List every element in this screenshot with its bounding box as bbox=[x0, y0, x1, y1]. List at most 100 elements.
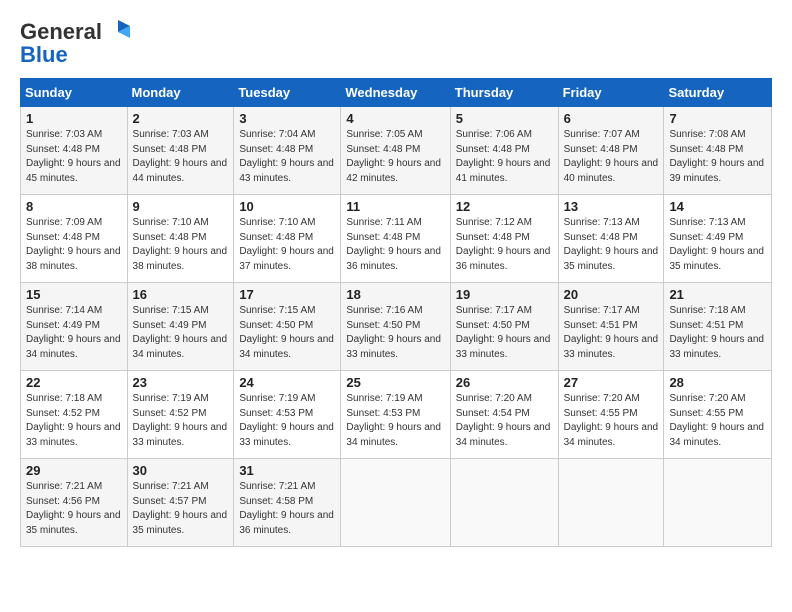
day-number: 3 bbox=[239, 111, 335, 126]
day-info: Sunrise: 7:19 AMSunset: 4:52 PMDaylight:… bbox=[133, 393, 228, 448]
day-number: 30 bbox=[133, 463, 229, 478]
calendar-header-row: SundayMondayTuesdayWednesdayThursdayFrid… bbox=[21, 79, 772, 107]
day-number: 10 bbox=[239, 199, 335, 214]
calendar-cell: 6 Sunrise: 7:07 AMSunset: 4:48 PMDayligh… bbox=[558, 107, 664, 195]
day-info: Sunrise: 7:15 AMSunset: 4:50 PMDaylight:… bbox=[239, 305, 334, 360]
day-number: 1 bbox=[26, 111, 122, 126]
header: General Blue bbox=[20, 18, 772, 68]
calendar-cell: 11 Sunrise: 7:11 AMSunset: 4:48 PMDaylig… bbox=[341, 195, 450, 283]
day-info: Sunrise: 7:21 AMSunset: 4:58 PMDaylight:… bbox=[239, 481, 334, 536]
calendar-cell: 26 Sunrise: 7:20 AMSunset: 4:54 PMDaylig… bbox=[450, 371, 558, 459]
day-info: Sunrise: 7:20 AMSunset: 4:54 PMDaylight:… bbox=[456, 393, 551, 448]
day-info: Sunrise: 7:17 AMSunset: 4:51 PMDaylight:… bbox=[564, 305, 659, 360]
calendar-cell: 13 Sunrise: 7:13 AMSunset: 4:48 PMDaylig… bbox=[558, 195, 664, 283]
day-info: Sunrise: 7:16 AMSunset: 4:50 PMDaylight:… bbox=[346, 305, 441, 360]
calendar-header-monday: Monday bbox=[127, 79, 234, 107]
calendar-cell: 9 Sunrise: 7:10 AMSunset: 4:48 PMDayligh… bbox=[127, 195, 234, 283]
calendar-cell: 23 Sunrise: 7:19 AMSunset: 4:52 PMDaylig… bbox=[127, 371, 234, 459]
calendar-cell: 17 Sunrise: 7:15 AMSunset: 4:50 PMDaylig… bbox=[234, 283, 341, 371]
day-number: 13 bbox=[564, 199, 659, 214]
calendar-header-thursday: Thursday bbox=[450, 79, 558, 107]
day-info: Sunrise: 7:20 AMSunset: 4:55 PMDaylight:… bbox=[669, 393, 764, 448]
day-number: 18 bbox=[346, 287, 444, 302]
day-info: Sunrise: 7:17 AMSunset: 4:50 PMDaylight:… bbox=[456, 305, 551, 360]
day-number: 27 bbox=[564, 375, 659, 390]
calendar-cell: 29 Sunrise: 7:21 AMSunset: 4:56 PMDaylig… bbox=[21, 459, 128, 547]
day-info: Sunrise: 7:14 AMSunset: 4:49 PMDaylight:… bbox=[26, 305, 121, 360]
calendar-cell: 8 Sunrise: 7:09 AMSunset: 4:48 PMDayligh… bbox=[21, 195, 128, 283]
day-number: 7 bbox=[669, 111, 766, 126]
day-info: Sunrise: 7:12 AMSunset: 4:48 PMDaylight:… bbox=[456, 217, 551, 272]
calendar-cell bbox=[341, 459, 450, 547]
calendar-cell: 7 Sunrise: 7:08 AMSunset: 4:48 PMDayligh… bbox=[664, 107, 772, 195]
calendar-cell: 3 Sunrise: 7:04 AMSunset: 4:48 PMDayligh… bbox=[234, 107, 341, 195]
calendar-week-row-4: 22 Sunrise: 7:18 AMSunset: 4:52 PMDaylig… bbox=[21, 371, 772, 459]
calendar-cell: 2 Sunrise: 7:03 AMSunset: 4:48 PMDayligh… bbox=[127, 107, 234, 195]
calendar-cell bbox=[664, 459, 772, 547]
day-info: Sunrise: 7:10 AMSunset: 4:48 PMDaylight:… bbox=[239, 217, 334, 272]
day-number: 11 bbox=[346, 199, 444, 214]
calendar-cell: 25 Sunrise: 7:19 AMSunset: 4:53 PMDaylig… bbox=[341, 371, 450, 459]
day-number: 29 bbox=[26, 463, 122, 478]
calendar-cell: 12 Sunrise: 7:12 AMSunset: 4:48 PMDaylig… bbox=[450, 195, 558, 283]
calendar-header-saturday: Saturday bbox=[664, 79, 772, 107]
calendar-cell: 1 Sunrise: 7:03 AMSunset: 4:48 PMDayligh… bbox=[21, 107, 128, 195]
day-number: 5 bbox=[456, 111, 553, 126]
calendar-header-friday: Friday bbox=[558, 79, 664, 107]
calendar-cell: 20 Sunrise: 7:17 AMSunset: 4:51 PMDaylig… bbox=[558, 283, 664, 371]
day-number: 19 bbox=[456, 287, 553, 302]
calendar-cell bbox=[450, 459, 558, 547]
calendar-week-row-3: 15 Sunrise: 7:14 AMSunset: 4:49 PMDaylig… bbox=[21, 283, 772, 371]
calendar-cell: 4 Sunrise: 7:05 AMSunset: 4:48 PMDayligh… bbox=[341, 107, 450, 195]
day-number: 23 bbox=[133, 375, 229, 390]
calendar-cell: 22 Sunrise: 7:18 AMSunset: 4:52 PMDaylig… bbox=[21, 371, 128, 459]
day-number: 25 bbox=[346, 375, 444, 390]
day-number: 15 bbox=[26, 287, 122, 302]
calendar-week-row-5: 29 Sunrise: 7:21 AMSunset: 4:56 PMDaylig… bbox=[21, 459, 772, 547]
calendar-week-row-2: 8 Sunrise: 7:09 AMSunset: 4:48 PMDayligh… bbox=[21, 195, 772, 283]
day-info: Sunrise: 7:18 AMSunset: 4:52 PMDaylight:… bbox=[26, 393, 121, 448]
day-info: Sunrise: 7:06 AMSunset: 4:48 PMDaylight:… bbox=[456, 129, 551, 184]
day-info: Sunrise: 7:08 AMSunset: 4:48 PMDaylight:… bbox=[669, 129, 764, 184]
day-info: Sunrise: 7:18 AMSunset: 4:51 PMDaylight:… bbox=[669, 305, 764, 360]
calendar: SundayMondayTuesdayWednesdayThursdayFrid… bbox=[20, 78, 772, 547]
day-info: Sunrise: 7:21 AMSunset: 4:57 PMDaylight:… bbox=[133, 481, 228, 536]
day-number: 28 bbox=[669, 375, 766, 390]
day-number: 20 bbox=[564, 287, 659, 302]
day-info: Sunrise: 7:19 AMSunset: 4:53 PMDaylight:… bbox=[346, 393, 441, 448]
calendar-cell: 5 Sunrise: 7:06 AMSunset: 4:48 PMDayligh… bbox=[450, 107, 558, 195]
calendar-cell: 16 Sunrise: 7:15 AMSunset: 4:49 PMDaylig… bbox=[127, 283, 234, 371]
calendar-cell bbox=[558, 459, 664, 547]
calendar-cell: 21 Sunrise: 7:18 AMSunset: 4:51 PMDaylig… bbox=[664, 283, 772, 371]
logo-flag-icon bbox=[104, 18, 132, 46]
day-number: 31 bbox=[239, 463, 335, 478]
day-number: 4 bbox=[346, 111, 444, 126]
day-info: Sunrise: 7:15 AMSunset: 4:49 PMDaylight:… bbox=[133, 305, 228, 360]
calendar-cell: 24 Sunrise: 7:19 AMSunset: 4:53 PMDaylig… bbox=[234, 371, 341, 459]
day-number: 16 bbox=[133, 287, 229, 302]
day-info: Sunrise: 7:11 AMSunset: 4:48 PMDaylight:… bbox=[346, 217, 441, 272]
calendar-cell: 19 Sunrise: 7:17 AMSunset: 4:50 PMDaylig… bbox=[450, 283, 558, 371]
day-number: 14 bbox=[669, 199, 766, 214]
calendar-header-wednesday: Wednesday bbox=[341, 79, 450, 107]
day-number: 21 bbox=[669, 287, 766, 302]
calendar-cell: 30 Sunrise: 7:21 AMSunset: 4:57 PMDaylig… bbox=[127, 459, 234, 547]
calendar-cell: 28 Sunrise: 7:20 AMSunset: 4:55 PMDaylig… bbox=[664, 371, 772, 459]
calendar-header-tuesday: Tuesday bbox=[234, 79, 341, 107]
day-number: 8 bbox=[26, 199, 122, 214]
logo: General Blue bbox=[20, 18, 132, 68]
day-number: 12 bbox=[456, 199, 553, 214]
calendar-cell: 15 Sunrise: 7:14 AMSunset: 4:49 PMDaylig… bbox=[21, 283, 128, 371]
day-number: 26 bbox=[456, 375, 553, 390]
day-number: 6 bbox=[564, 111, 659, 126]
day-number: 9 bbox=[133, 199, 229, 214]
calendar-cell: 18 Sunrise: 7:16 AMSunset: 4:50 PMDaylig… bbox=[341, 283, 450, 371]
day-info: Sunrise: 7:04 AMSunset: 4:48 PMDaylight:… bbox=[239, 129, 334, 184]
day-info: Sunrise: 7:21 AMSunset: 4:56 PMDaylight:… bbox=[26, 481, 121, 536]
calendar-header-sunday: Sunday bbox=[21, 79, 128, 107]
page: General Blue SundayMondayTuesdayWednesda… bbox=[0, 0, 792, 559]
day-number: 17 bbox=[239, 287, 335, 302]
day-info: Sunrise: 7:03 AMSunset: 4:48 PMDaylight:… bbox=[26, 129, 121, 184]
day-info: Sunrise: 7:13 AMSunset: 4:48 PMDaylight:… bbox=[564, 217, 659, 272]
day-info: Sunrise: 7:13 AMSunset: 4:49 PMDaylight:… bbox=[669, 217, 764, 272]
